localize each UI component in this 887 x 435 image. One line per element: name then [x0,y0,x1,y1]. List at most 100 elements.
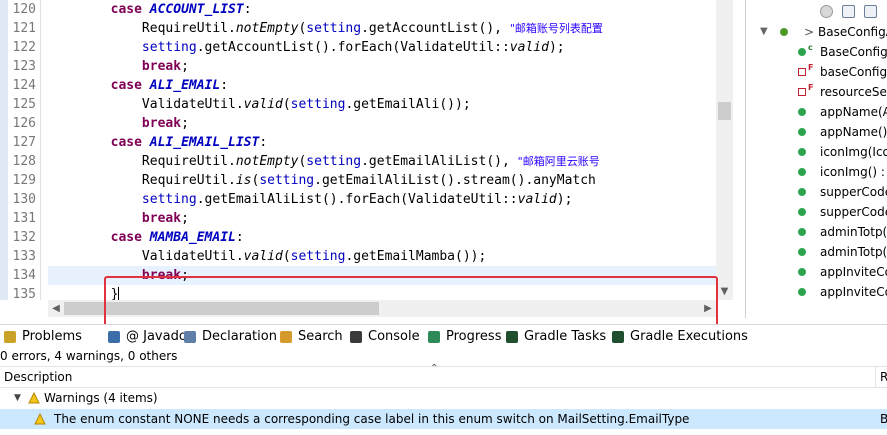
constructor-icon [798,48,806,56]
public-method-icon [798,148,806,156]
search-icon [280,331,292,343]
code-line[interactable]: RequireUtil.notEmpty(setting.getAccountL… [48,19,603,38]
outline-item[interactable]: appInviteCo [746,262,887,282]
code-token: case [110,230,150,245]
outline-item[interactable]: supperCode [746,182,887,202]
code-token: .getEmailAliList().stream().anyMatch [314,173,596,188]
code-line[interactable]: break; [48,57,189,76]
collapse-all-icon[interactable] [842,5,855,18]
code-token: : [235,230,244,245]
code-token: .getEmailMamba()); [345,249,487,264]
code-line[interactable]: case MAMBA_EMAIL: [48,228,244,247]
code-token: ; [181,211,189,226]
code-line[interactable]: break; [48,209,189,228]
scroll-down-arrow-icon[interactable]: ▼ [716,283,733,300]
code-token: ( [282,249,291,264]
code-line[interactable]: case ALI_EMAIL_LIST: [48,133,268,152]
code-token: RequireUtil. [48,154,236,169]
code-token: valid [243,249,283,264]
code-token: notEmpty [235,154,299,169]
outline-item[interactable]: adminTotp( [746,242,887,262]
outline-item-label: resourceSer [820,85,887,99]
outline-item-label: baseConfigS [820,65,887,79]
code-token: setting [306,154,362,169]
link-with-editor-icon[interactable] [820,5,833,18]
code-editor[interactable]: 120 121 122 123 124 125 126 127 128 129 130 131 132 1… [0,0,733,318]
scrollbar-thumb[interactable] [718,102,731,120]
code-line[interactable]: case ALI_EMAIL: [48,76,228,95]
public-method-icon [798,228,806,236]
code-token: setting [306,21,362,36]
code-token: ALI_EMAIL [149,78,221,93]
code-token: ); [548,40,565,55]
line-number: 125 [12,97,36,112]
outline-item[interactable]: appInviteCo [746,282,887,302]
console-icon [350,331,362,343]
outline-item[interactable]: iconImg() : l [746,162,887,182]
problems-table-header: ⌃ Description R [0,363,887,388]
expand-arrow-icon[interactable]: ▼ [14,389,21,408]
tab-label: Declaration [202,329,277,344]
modifier-badge-icon: F [808,83,814,92]
outline-item[interactable]: appName() [746,122,887,142]
column-header-resource[interactable]: R [880,370,887,384]
outline-item[interactable]: adminTotp( [746,222,887,242]
outline-root-class[interactable]: ▼ > BaseConfigA [746,22,887,42]
code-line[interactable]: ValidateUtil.valid(setting.getEmailAli()… [48,95,471,114]
column-divider[interactable] [875,367,876,388]
collapse-arrow-icon[interactable]: ▼ [760,22,768,42]
scroll-left-arrow-icon[interactable]: ◀ [48,300,64,317]
code-line[interactable]: break; [48,114,189,133]
line-number: 126 [12,116,36,131]
code-line[interactable]: case ACCOUNT_LIST: [48,0,252,19]
line-number: 122 [12,40,36,55]
outline-item-label: adminTotp( [820,225,887,239]
code-token: "邮箱账号列表配置 [509,22,603,35]
sort-icon[interactable] [864,5,877,18]
outline-item[interactable]: appName(A [746,102,887,122]
code-token: setting [141,40,197,55]
code-token: ( [282,97,291,112]
modifier-badge-icon: F [808,63,814,72]
code-token: ValidateUtil. [48,249,244,264]
code-token: .getEmailAli()); [345,97,471,112]
outline-item[interactable]: iconImg(Ico [746,142,887,162]
line-number: 124 [12,78,36,93]
outline-item[interactable]: c BaseConfig [746,42,887,62]
outline-item-label: appInviteCo [820,285,887,299]
outline-item-label: supperCode [820,185,887,199]
outline-view[interactable]: ▼ > BaseConfigA cBaseConfigFbaseConfigSF… [745,0,887,318]
outline-item[interactable]: supperCode [746,202,887,222]
column-header-description[interactable]: Description [4,370,72,384]
warning-row-selected[interactable]: The enum constant NONE needs a correspon… [0,409,887,429]
code-area[interactable]: case ACCOUNT_LIST: RequireUtil.notEmpty(… [48,0,716,300]
code-token: ; [181,116,189,131]
code-token: : [220,78,229,93]
code-line[interactable]: RequireUtil.is(setting.getEmailAliList()… [48,171,596,190]
problems-summary: 0 errors, 4 warnings, 0 others [0,349,178,363]
warnings-group-row[interactable]: ▼ Warnings (4 items) [0,389,887,408]
warning-row[interactable] [0,430,887,435]
code-line[interactable]: setting.getAccountList().forEach(Validat… [48,38,565,57]
outline-item[interactable]: FbaseConfigS [746,62,887,82]
code-line[interactable]: ValidateUtil.valid(setting.getEmailMamba… [48,247,486,266]
warning-resource: B [880,412,887,426]
outline-item-label: BaseConfig [820,45,887,59]
progress-icon [428,331,440,343]
outline-item-label: appInviteCo [820,265,887,279]
warning-group-icon [28,392,40,404]
line-number: 121 [12,21,36,36]
outline-item[interactable]: FresourceSer [746,82,887,102]
code-line[interactable]: RequireUtil.notEmpty(setting.getEmailAli… [48,152,600,171]
line-number: 130 [12,192,36,207]
editor-vertical-scrollbar[interactable]: ▼ [716,0,733,300]
line-number: 135 [12,287,36,302]
gradle-icon [506,331,518,343]
code-line[interactable]: setting.getEmailAliList().forEach(Valida… [48,190,573,209]
line-number: 123 [12,59,36,74]
public-method-icon [798,128,806,136]
